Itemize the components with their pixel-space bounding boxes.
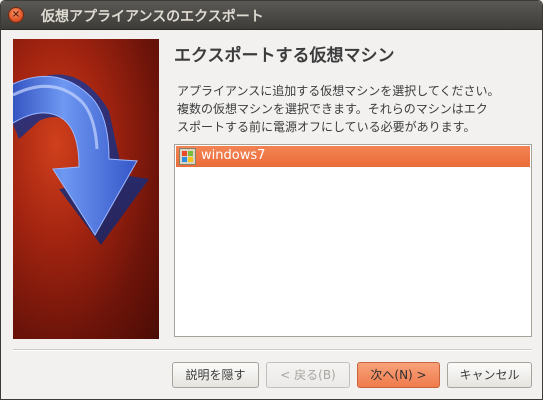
description-line: 複数の仮想マシンを選択できます。それらのマシンはエク <box>177 102 488 116</box>
description-line: スポートする前に電源オフにしている必要があります。 <box>177 120 476 134</box>
next-button[interactable]: 次へ(N) > <box>357 362 440 388</box>
export-appliance-dialog: × 仮想アプライアンスのエクスポート エクスポートする仮想マシン アプライアンス… <box>0 0 543 400</box>
hide-description-button[interactable]: 説明を隠す <box>172 362 259 388</box>
page-description: アプライアンスに追加する仮想マシンを選択してください。 複数の仮想マシンを選択で… <box>177 82 535 136</box>
virtual-machine-list[interactable]: windows7 <box>174 144 532 337</box>
windows-vm-icon <box>179 148 196 165</box>
page-title: エクスポートする仮想マシン <box>174 46 395 66</box>
wizard-banner-image <box>13 39 159 339</box>
curved-arrow-icon <box>13 74 149 245</box>
close-icon[interactable]: × <box>8 7 24 23</box>
vm-name: windows7 <box>201 148 266 163</box>
window-title: 仮想アプライアンスのエクスポート <box>41 9 264 25</box>
list-item-windows7[interactable]: windows7 <box>176 146 530 167</box>
cancel-button[interactable]: キャンセル <box>447 362 532 388</box>
description-line: アプライアンスに追加する仮想マシンを選択してください。 <box>177 84 500 98</box>
title-bar[interactable]: × 仮想アプライアンスのエクスポート <box>1 1 542 30</box>
back-button[interactable]: < 戻る(B) <box>266 362 350 388</box>
footer-divider <box>13 349 532 351</box>
